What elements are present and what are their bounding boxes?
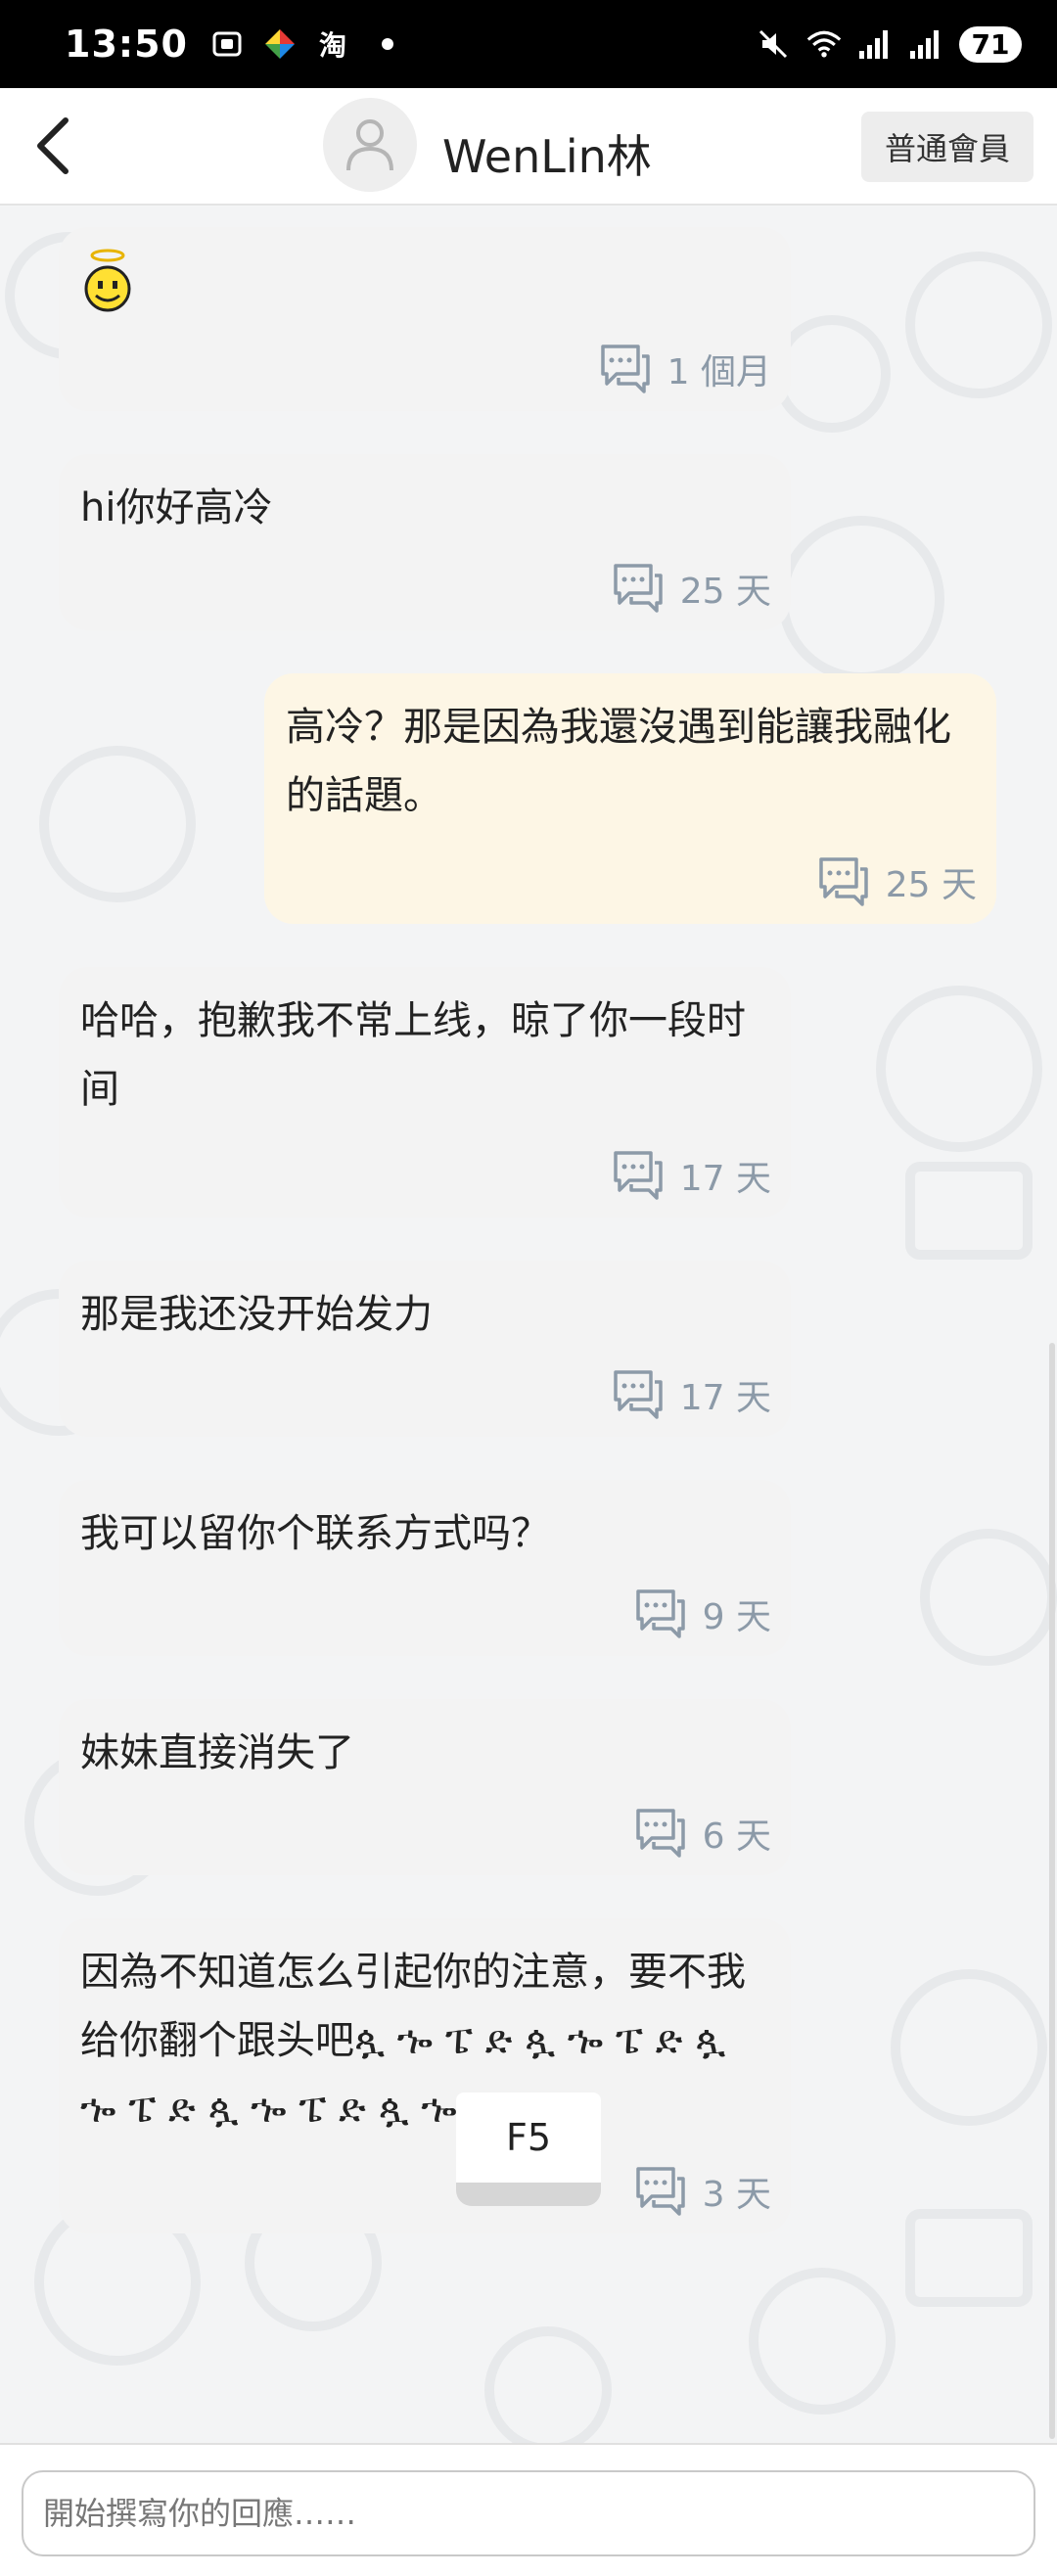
comment-icon[interactable] — [610, 560, 666, 617]
message-meta: 1 個月 — [597, 341, 771, 397]
message-bubble[interactable]: hi你好高冷 25 天 — [59, 454, 791, 630]
message-text: 妹妹直接消失了 — [80, 1730, 354, 1775]
message-meta: 25 天 — [610, 560, 771, 617]
wifi-icon — [806, 26, 842, 62]
message-meta: 9 天 — [632, 1586, 771, 1642]
my-message-bubble[interactable]: 高冷？那是因為我還沒遇到能讓我融化的話題。 25 天 — [264, 673, 996, 924]
chat-header: WenLin林 普通會員 — [0, 88, 1057, 206]
f5-refresh-button[interactable]: F5 — [456, 2093, 601, 2206]
mute-icon — [756, 26, 791, 62]
status-system-icons: 71 — [756, 25, 1022, 63]
taobao-icon: 淘 — [318, 29, 346, 62]
message-bubble[interactable]: 哈哈，抱歉我不常上线，晾了你一段时间 17 天 — [59, 967, 791, 1218]
message-meta: 17 天 — [610, 1147, 771, 1204]
message-time: 17 天 — [679, 1378, 771, 1418]
message-bubble[interactable]: 因為不知道怎么引起你的注意，要不我给你翻个跟头吧ጷ ኈ ፔ ድ ጷ ኈ ፔ ድ … — [59, 1918, 791, 2233]
angel-smiley-icon — [84, 249, 131, 312]
scrollbar[interactable] — [1049, 1343, 1055, 2439]
message-meta: 17 天 — [610, 1366, 771, 1423]
message-meta: 3 天 — [632, 2163, 771, 2220]
reply-input[interactable] — [22, 2470, 1035, 2556]
message-time: 6 天 — [702, 1817, 771, 1857]
message-time: 25 天 — [679, 572, 771, 612]
message-text: hi你好高冷 — [80, 485, 273, 530]
comment-icon[interactable] — [632, 2163, 689, 2220]
status-bar: 13:50 淘 71 — [0, 0, 1057, 88]
comment-icon[interactable] — [610, 1147, 666, 1204]
signal-hd-icon — [908, 26, 943, 62]
status-time: 13:50 — [65, 23, 188, 66]
battery-icon: 71 — [959, 25, 1022, 63]
comment-icon[interactable] — [632, 1586, 689, 1642]
comment-icon[interactable] — [610, 1366, 666, 1423]
comment-icon[interactable] — [632, 1805, 689, 1862]
message-text: 高冷？那是因為我還沒遇到能讓我融化的話題。 — [286, 705, 951, 818]
reply-bar — [0, 2443, 1057, 2576]
message-time: 25 天 — [885, 865, 977, 905]
status-notification-icons: 淘 — [209, 26, 393, 62]
colorful-app-icon — [262, 26, 298, 62]
message-bubble[interactable]: 我可以留你个联系方式吗？ 9 天 — [59, 1480, 791, 1656]
message-bubble[interactable]: 1 個月 — [59, 227, 791, 411]
comment-icon[interactable] — [597, 341, 654, 397]
message-bubble[interactable]: 妹妹直接消失了 6 天 — [59, 1699, 791, 1875]
message-text: 那是我还没开始发力 — [80, 1292, 433, 1337]
avatar[interactable] — [323, 98, 417, 192]
comment-icon[interactable] — [815, 853, 872, 910]
chat-partner-name[interactable]: WenLin林 — [442, 121, 652, 186]
message-text: 哈哈，抱歉我不常上线，晾了你一段时间 — [80, 998, 746, 1112]
message-time: 17 天 — [679, 1159, 771, 1199]
message-text: 我可以留你个联系方式吗？ — [80, 1511, 550, 1556]
message-time: 3 天 — [702, 2175, 771, 2215]
user-icon — [346, 119, 393, 171]
message-meta: 6 天 — [632, 1805, 771, 1862]
notification-dot-icon — [381, 38, 393, 50]
chevron-left-icon — [37, 117, 69, 174]
screenshot-icon — [209, 26, 245, 62]
back-button[interactable] — [0, 87, 108, 205]
chat-screen: 13:50 淘 71 WenLin林 普通會員 1 個月 hi你好高冷 25 天… — [0, 0, 1057, 2576]
member-badge: 普通會員 — [860, 112, 1034, 182]
message-time: 1 個月 — [666, 352, 771, 392]
message-text: 因為不知道怎么引起你的注意，要不我给你翻个跟头吧ጷ ኈ ፔ ድ ጷ ኈ ፔ ድ … — [80, 1950, 746, 2132]
message-bubble[interactable]: 那是我还没开始发力 17 天 — [59, 1261, 791, 1437]
signal-icon — [857, 26, 893, 62]
message-meta: 25 天 — [815, 853, 977, 910]
message-time: 9 天 — [702, 1597, 771, 1637]
